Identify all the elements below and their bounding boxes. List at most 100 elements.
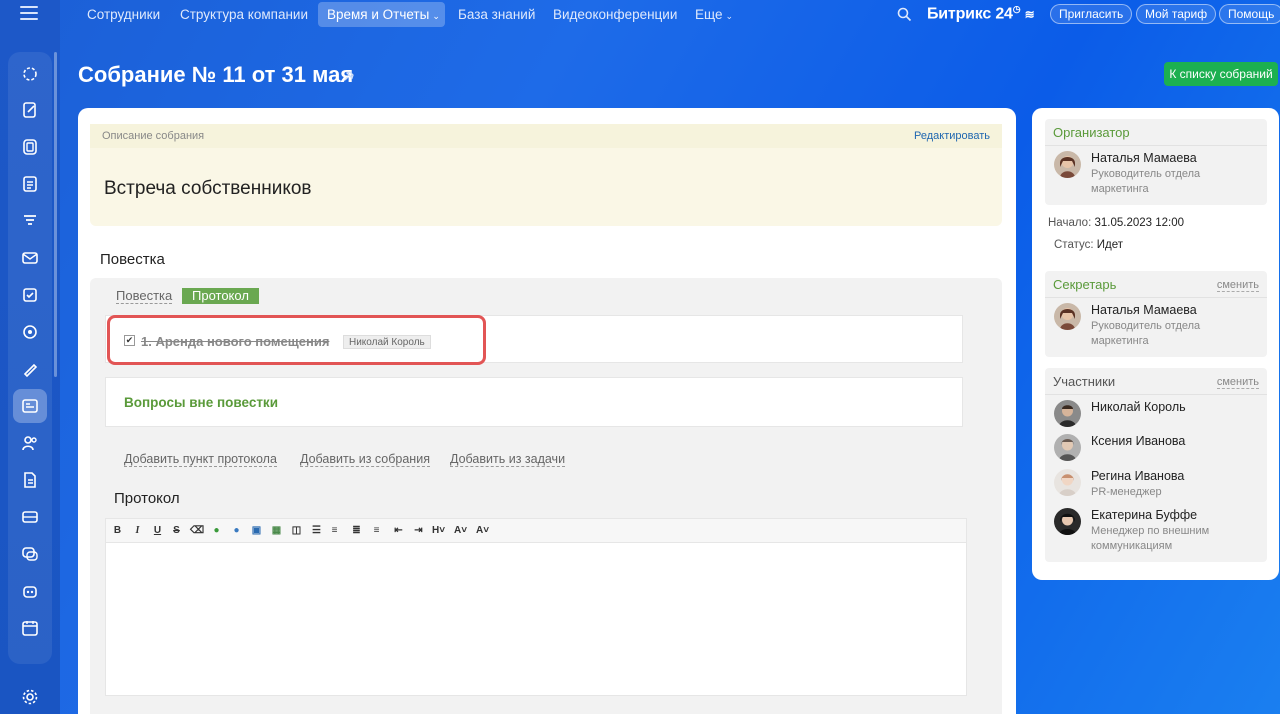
pin-icon[interactable] xyxy=(343,70,355,82)
avatar xyxy=(1054,508,1081,535)
edit-link[interactable]: Редактировать xyxy=(914,130,990,142)
nav-employees[interactable]: Сотрудники xyxy=(78,2,169,27)
calendar-icon[interactable] xyxy=(13,611,47,645)
font-size-icon[interactable]: A˅ xyxy=(454,525,467,537)
sliders-icon[interactable]: ≋ xyxy=(1025,7,1035,21)
nav-structure[interactable]: Структура компании xyxy=(171,2,317,27)
meetings-icon[interactable] xyxy=(13,389,47,423)
document-icon[interactable] xyxy=(13,167,47,201)
filter-icon[interactable] xyxy=(13,204,47,238)
outside-agenda-title[interactable]: Вопросы вне повестки xyxy=(124,395,278,410)
participants-section: Участники сменить Николай Король Ксения … xyxy=(1045,368,1267,562)
clock-icon: ◷ xyxy=(1012,4,1021,14)
file-icon[interactable] xyxy=(13,463,47,497)
tasks-icon[interactable] xyxy=(13,278,47,312)
highlight-frame xyxy=(107,315,486,365)
secretary-title: Секретарь xyxy=(1053,277,1117,292)
settings-icon[interactable] xyxy=(13,680,47,714)
participant-role: Менеджер по внешним коммуникациям xyxy=(1091,525,1210,552)
file-attach-icon[interactable]: ◫ xyxy=(290,525,303,537)
pen-icon[interactable] xyxy=(13,352,47,386)
users-icon[interactable] xyxy=(13,426,47,460)
participant-name[interactable]: Регина Иванова xyxy=(1091,469,1184,483)
status-info: Статус: Идет xyxy=(1054,239,1123,251)
protocol-editor[interactable]: B I U S ⌫ ● ● ▣ ▦ ◫ ☰ ≡ ≣ ≡ ⇤ ⇥ H˅ A˅ A˅ xyxy=(105,518,967,696)
participant-name[interactable]: Ксения Иванова xyxy=(1091,434,1185,448)
editor-toolbar: B I U S ⌫ ● ● ▣ ▦ ◫ ☰ ≡ ≣ ≡ ⇤ ⇥ H˅ A˅ A˅ xyxy=(106,519,966,543)
avatar xyxy=(1054,151,1081,178)
description-label: Описание собрания xyxy=(102,130,205,142)
add-from-meeting-link[interactable]: Добавить из собрания xyxy=(300,452,430,467)
divider xyxy=(1045,297,1267,298)
brand-logo[interactable]: Битрикс 24◷ ≋ xyxy=(927,4,1035,23)
italic-button[interactable]: I xyxy=(131,525,144,537)
image-icon[interactable]: ▣ xyxy=(250,525,263,537)
change-secretary-link[interactable]: сменить xyxy=(1216,279,1259,292)
divider xyxy=(1045,394,1267,395)
heading-icon[interactable]: H˅ xyxy=(432,525,445,537)
avatar xyxy=(1054,303,1081,330)
sidebar-scrollbar[interactable] xyxy=(54,52,57,377)
align-icon[interactable]: ≡ xyxy=(328,525,341,537)
add-from-task-link[interactable]: Добавить из задачи xyxy=(450,452,566,467)
quote-icon[interactable]: ☰ xyxy=(310,525,323,537)
nav-more-label: Еще xyxy=(695,7,723,22)
chat-icon[interactable] xyxy=(13,537,47,571)
add-protocol-item-link[interactable]: Добавить пункт протокола xyxy=(124,452,277,467)
nav-more[interactable]: Еще ⌄ xyxy=(686,2,742,27)
participant-name[interactable]: Екатерина Буффе xyxy=(1091,508,1197,522)
secretary-section: Секретарь сменить Наталья Мамаева Руково… xyxy=(1045,271,1267,357)
bullet-list-icon[interactable]: ≡ xyxy=(370,525,383,537)
brand-name: Битрикс 24 xyxy=(927,5,1013,23)
edit-doc-icon[interactable] xyxy=(13,93,47,127)
underline-button[interactable]: U xyxy=(151,525,164,537)
search-icon[interactable] xyxy=(897,7,912,22)
card-icon[interactable] xyxy=(13,500,47,534)
font-color-icon[interactable]: A˅ xyxy=(476,525,489,537)
change-participants-link[interactable]: сменить xyxy=(1216,376,1259,389)
chevron-down-icon: ⌄ xyxy=(725,11,734,21)
avatar xyxy=(1054,469,1081,496)
tab-agenda[interactable]: Повестка xyxy=(116,289,173,304)
outside-agenda-box: Вопросы вне повестки xyxy=(105,377,963,427)
unlink-icon[interactable]: ● xyxy=(230,525,243,537)
eraser-icon[interactable]: ⌫ xyxy=(190,525,204,537)
participant-name[interactable]: Николай Король xyxy=(1091,400,1186,414)
organizer-name[interactable]: Наталья Мамаева xyxy=(1091,151,1197,165)
outdent-icon[interactable]: ⇤ xyxy=(392,525,405,537)
secretary-name[interactable]: Наталья Мамаева xyxy=(1091,303,1197,317)
meeting-info-panel: Организатор Наталья Мамаева Руководитель… xyxy=(1032,108,1279,580)
bold-button[interactable]: B xyxy=(111,525,124,537)
menu-icon[interactable] xyxy=(20,6,38,20)
link-icon[interactable]: ● xyxy=(210,525,223,537)
organizer-section: Организатор Наталья Мамаева Руководитель… xyxy=(1045,119,1267,205)
agenda-title: Повестка xyxy=(100,251,165,268)
nav-knowledge-base[interactable]: База знаний xyxy=(449,2,544,27)
avatar xyxy=(1054,400,1081,427)
divider xyxy=(1045,145,1267,146)
left-sidebar xyxy=(0,0,60,714)
nav-time-reports[interactable]: Время и Отчеты ⌄ xyxy=(318,2,445,27)
invite-button[interactable]: Пригласить xyxy=(1050,4,1133,24)
protocol-title: Протокол xyxy=(114,490,180,507)
secretary-role: Руководитель отдела маркетинга xyxy=(1091,320,1201,347)
robot-icon[interactable] xyxy=(13,574,47,608)
back-to-list-button[interactable]: К списку собраний xyxy=(1164,62,1278,86)
ordered-list-icon[interactable]: ≣ xyxy=(350,525,363,537)
indent-icon[interactable]: ⇥ xyxy=(412,525,425,537)
meeting-card: Описание собрания Редактировать Встреча … xyxy=(78,108,1016,714)
strike-button[interactable]: S xyxy=(170,525,183,537)
tariff-button[interactable]: Мой тариф xyxy=(1136,4,1217,24)
mail-icon[interactable] xyxy=(13,241,47,275)
nav-time-reports-label: Время и Отчеты xyxy=(327,7,430,22)
pulse-icon[interactable] xyxy=(13,57,47,91)
video-icon[interactable]: ▦ xyxy=(270,525,283,537)
nav-videoconf[interactable]: Видеоконференции xyxy=(544,2,686,27)
start-value: 31.05.2023 12:00 xyxy=(1094,217,1184,229)
help-button[interactable]: Помощь xyxy=(1219,4,1280,24)
status-label: Статус: xyxy=(1054,239,1094,251)
feed-icon[interactable] xyxy=(13,130,47,164)
target-icon[interactable] xyxy=(13,315,47,349)
status-value: Идет xyxy=(1096,239,1124,251)
tab-protocol[interactable]: Протокол xyxy=(182,288,259,304)
